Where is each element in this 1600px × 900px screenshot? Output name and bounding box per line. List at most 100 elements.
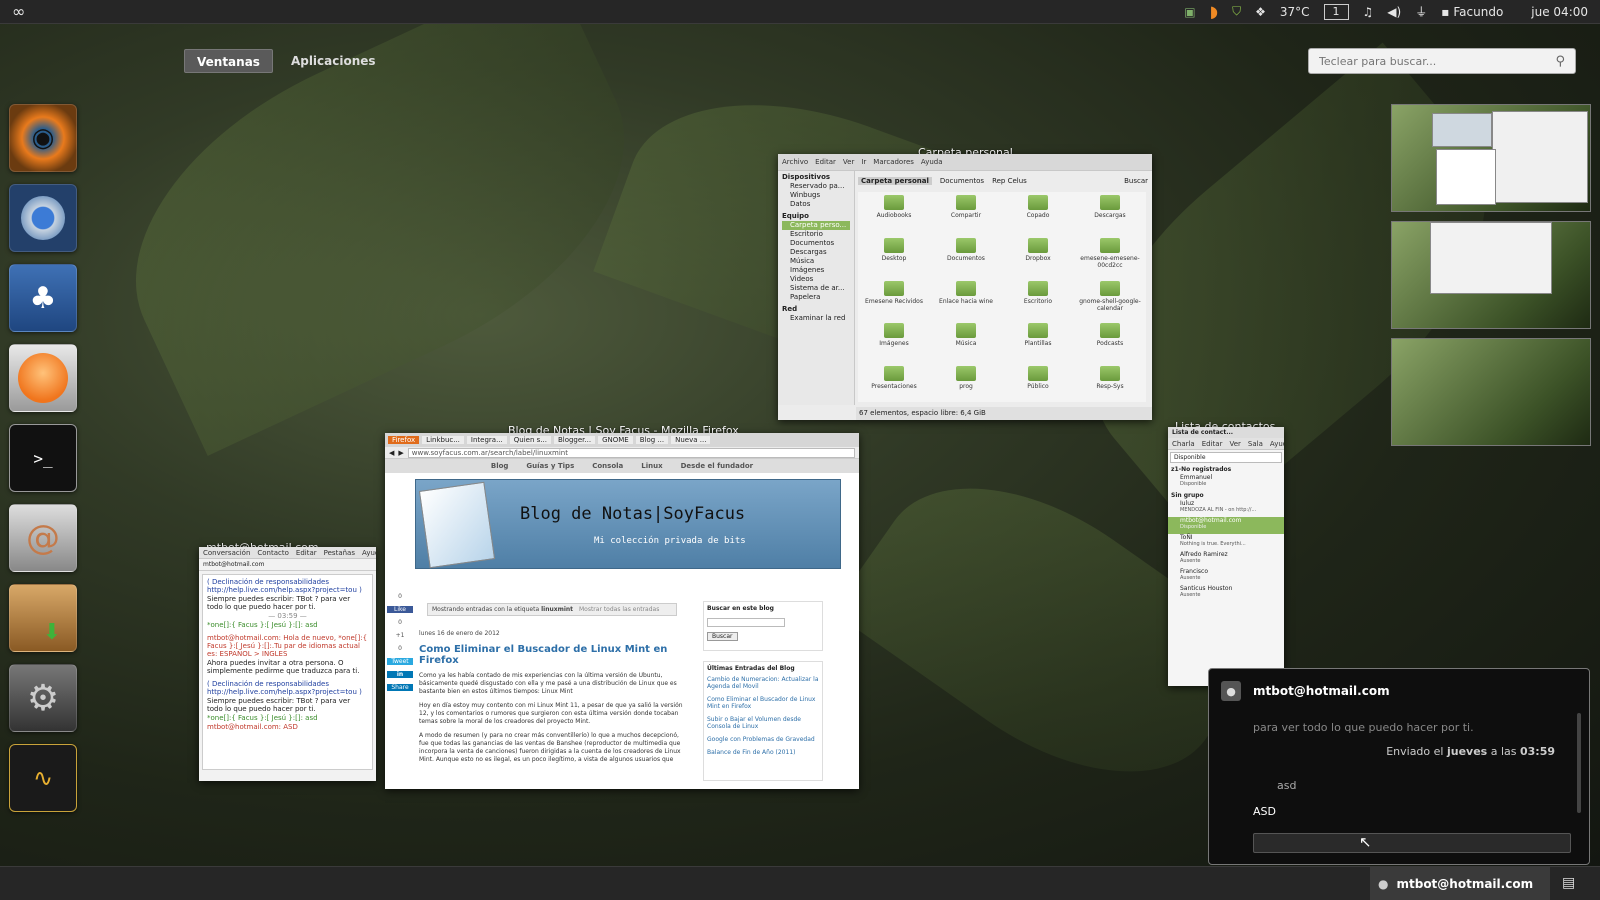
folder-item[interactable]: Plantillas bbox=[1002, 320, 1074, 358]
folder-item[interactable]: Compartir bbox=[930, 192, 1002, 230]
tray-chat-icon[interactable]: ▤ bbox=[1562, 875, 1575, 891]
file-manager-window[interactable]: Archivo Editar Ver Ir Marcadores Ayuda D… bbox=[778, 154, 1152, 420]
chat-reply-input[interactable] bbox=[1253, 833, 1571, 853]
folder-item[interactable]: Documentos bbox=[930, 235, 1002, 273]
browser-tab[interactable]: Integra... bbox=[466, 436, 507, 444]
folder-item[interactable]: Descargas bbox=[1074, 192, 1146, 230]
folder-item[interactable]: Copado bbox=[1002, 192, 1074, 230]
eye-of-gnome-icon[interactable]: ◉ bbox=[9, 104, 77, 172]
workspace-indicator[interactable]: 1 bbox=[1323, 3, 1349, 20]
search-button[interactable]: Buscar bbox=[1124, 177, 1148, 185]
linkedin-icon[interactable]: in bbox=[387, 671, 413, 678]
show-all-link[interactable]: Mostrar todas las entradas bbox=[579, 606, 659, 613]
sidebar-item[interactable]: Examinar la red bbox=[782, 314, 850, 323]
menu-item[interactable]: Conversación bbox=[203, 549, 250, 557]
recent-post-link[interactable]: Subir o Bajar el Volumen desde Consola d… bbox=[707, 716, 819, 730]
msn-chat-window[interactable]: Conversación Contacto Editar Pestañas Ay… bbox=[199, 547, 376, 781]
sidebar-item[interactable]: Reservado pa... bbox=[782, 182, 850, 191]
status-selector[interactable]: Disponible bbox=[1170, 452, 1282, 463]
sidebar-item[interactable]: Documentos bbox=[782, 239, 850, 248]
sidebar-item[interactable]: Papelera bbox=[782, 293, 850, 302]
network-icon[interactable]: ⏚ bbox=[1415, 0, 1427, 24]
menu-item[interactable]: Ayuda bbox=[1270, 440, 1284, 448]
recent-post-link[interactable]: Balance de Fin de Año (2011) bbox=[707, 749, 819, 756]
sidebar-item[interactable]: Música bbox=[782, 257, 850, 266]
clock[interactable]: jue 04:00 bbox=[1531, 0, 1588, 24]
sidebar-item[interactable]: Imágenes bbox=[782, 266, 850, 275]
sidebar-item-home[interactable]: Carpeta perso... bbox=[782, 221, 850, 230]
recent-post-link[interactable]: Google con Problemas de Gravedad bbox=[707, 736, 819, 743]
blog-nav-item[interactable]: Desde el fundador bbox=[681, 462, 754, 470]
like-button[interactable]: Like bbox=[387, 606, 413, 613]
blog-nav-item[interactable]: Linux bbox=[641, 462, 662, 470]
folder-item[interactable]: Podcasts bbox=[1074, 320, 1146, 358]
music-icon[interactable]: ♫ bbox=[1363, 0, 1374, 24]
chat-scrollbar[interactable] bbox=[1577, 713, 1581, 813]
tab-applications[interactable]: Aplicaciones bbox=[279, 49, 388, 73]
temperature-label[interactable]: 37°C bbox=[1280, 0, 1310, 24]
menu-item[interactable]: Charla bbox=[1172, 440, 1195, 448]
sidebar-item[interactable]: Escritorio bbox=[782, 230, 850, 239]
menu-editar[interactable]: Editar bbox=[815, 158, 836, 166]
contact-item[interactable]: Santicus Houston Ausente bbox=[1168, 585, 1284, 602]
chromium-icon[interactable] bbox=[9, 184, 77, 252]
menu-item[interactable]: Contacto bbox=[257, 549, 289, 557]
chat-notification[interactable]: ● mtbot@hotmail.com para ver todo lo que… bbox=[1208, 668, 1590, 865]
contact-item[interactable]: Iuluz MENDOZA AL FIN - on http://... bbox=[1168, 500, 1284, 517]
folder-item[interactable]: Desktop bbox=[858, 235, 930, 273]
folder-item[interactable]: Enlace hacia wine bbox=[930, 278, 1002, 316]
forward-icon[interactable]: ▶ bbox=[398, 449, 403, 457]
folder-item[interactable]: prog bbox=[930, 363, 1002, 401]
firefox-window[interactable]: Firefox Linkbuc... Integra... Quien s... Blo… bbox=[385, 433, 859, 789]
sidebar-item[interactable]: Descargas bbox=[782, 248, 850, 257]
share-button[interactable]: Share bbox=[387, 684, 413, 691]
workspace-thumbnail[interactable] bbox=[1391, 338, 1591, 446]
volume-icon[interactable]: ◀) bbox=[1387, 0, 1401, 24]
shield-icon[interactable]: ⛉ bbox=[1232, 0, 1241, 24]
clementine-icon[interactable] bbox=[9, 344, 77, 412]
sidebar-item[interactable]: Videos bbox=[782, 275, 850, 284]
menu-item[interactable]: Sala bbox=[1248, 440, 1263, 448]
folder-item[interactable]: Presentaciones bbox=[858, 363, 930, 401]
menu-item[interactable]: Editar bbox=[296, 549, 317, 557]
contact-group-header[interactable]: Sin grupo bbox=[1168, 491, 1284, 500]
menu-ver[interactable]: Ver bbox=[843, 158, 854, 166]
contact-item[interactable]: ToÑI Nothing is true. Everythi... bbox=[1168, 534, 1284, 551]
path-home-button[interactable]: Carpeta personal bbox=[858, 176, 932, 185]
system-monitor-icon[interactable]: ∿ bbox=[9, 744, 77, 812]
folder-item[interactable]: Emesene Recividos bbox=[858, 278, 930, 316]
nautilus-shell-icon[interactable]: @ bbox=[9, 504, 77, 572]
workspace-thumbnail[interactable] bbox=[1391, 104, 1591, 212]
recent-post-link[interactable]: Como Eliminar el Buscador de Linux Mint … bbox=[707, 696, 819, 710]
browser-tab[interactable]: GNOME bbox=[598, 436, 633, 444]
folder-item[interactable]: Resp-Sys bbox=[1074, 363, 1146, 401]
user-menu[interactable]: ▪ Facundo bbox=[1441, 0, 1503, 24]
folder-item[interactable]: Escritorio bbox=[1002, 278, 1074, 316]
menu-item[interactable]: Editar bbox=[1202, 440, 1223, 448]
menu-ayuda[interactable]: Ayuda bbox=[921, 158, 943, 166]
contact-group-header[interactable]: z1-No registrados bbox=[1168, 465, 1284, 474]
browser-tab[interactable]: Firefox bbox=[388, 436, 420, 444]
folder-item[interactable]: emesene-emesene-00cd2cc bbox=[1074, 235, 1146, 273]
recent-post-link[interactable]: Cambio de Numeracion: Actualizar la Agen… bbox=[707, 676, 819, 690]
sidebar-item[interactable]: Sistema de ar... bbox=[782, 284, 850, 293]
chat-tab[interactable]: mtbot@hotmail.com bbox=[199, 559, 376, 571]
weather-icon[interactable]: ◗ bbox=[1210, 0, 1218, 24]
dropbox-icon[interactable]: ❖ bbox=[1255, 0, 1266, 24]
search-input[interactable] bbox=[1319, 54, 1556, 68]
browser-tab[interactable]: Quien s... bbox=[509, 436, 551, 444]
blog-nav-item[interactable]: Guías y Tips bbox=[526, 462, 574, 470]
path-button[interactable]: Rep Celus bbox=[992, 177, 1027, 185]
folder-item[interactable]: Dropbox bbox=[1002, 235, 1074, 273]
menu-ir[interactable]: Ir bbox=[861, 158, 866, 166]
plus-button[interactable]: +1 bbox=[387, 632, 413, 639]
contact-list-window[interactable]: Lista de contact... Charla Editar Ver Sa… bbox=[1168, 427, 1284, 686]
gnome-foot-icon[interactable]: ♣ bbox=[9, 264, 77, 332]
tweet-button[interactable]: Tweet bbox=[387, 658, 413, 665]
package-installer-icon[interactable]: ⬇ bbox=[9, 584, 77, 652]
menu-item[interactable]: Ayuda bbox=[362, 549, 376, 557]
folder-item[interactable]: gnome-shell-google-calendar bbox=[1074, 278, 1146, 316]
blog-search-input[interactable] bbox=[707, 618, 785, 627]
blog-search-button[interactable]: Buscar bbox=[707, 632, 738, 641]
blog-nav-item[interactable]: Blog bbox=[491, 462, 509, 470]
